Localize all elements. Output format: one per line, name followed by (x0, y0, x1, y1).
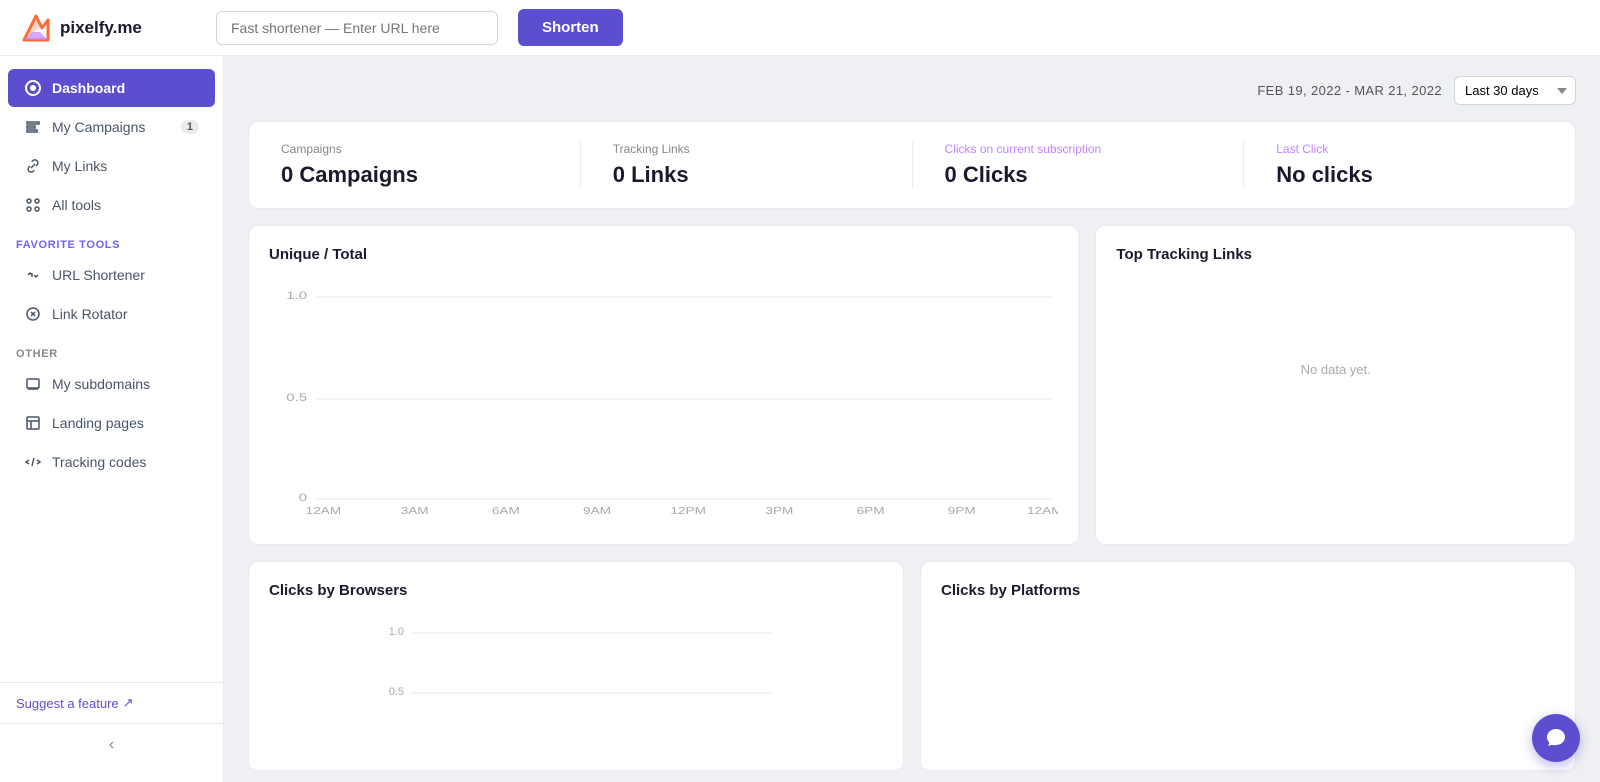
clicks-browsers-chart: Clicks by Browsers 1.0 0.5 (248, 561, 904, 771)
links-icon (24, 157, 42, 175)
dashboard-label: Dashboard (52, 80, 125, 96)
main-content: FEB 19, 2022 - MAR 21, 2022 Last 30 days… (224, 56, 1600, 782)
clicks-browsers-title: Clicks by Browsers (269, 582, 883, 599)
chevron-left-icon: ‹ (109, 736, 114, 754)
all-tools-icon (24, 196, 42, 214)
tracking-codes-label: Tracking codes (52, 454, 146, 470)
svg-text:3PM: 3PM (765, 505, 793, 517)
svg-text:6AM: 6AM (492, 505, 520, 517)
subdomains-label: My subdomains (52, 376, 150, 392)
landing-pages-label: Landing pages (52, 415, 144, 431)
sidebar: Dashboard My Campaigns 1 My Links Al (0, 56, 224, 782)
stat-clicks-label: Clicks on current subscription (945, 142, 1212, 156)
date-range-text: FEB 19, 2022 - MAR 21, 2022 (1257, 83, 1442, 98)
link-rotator-icon (24, 305, 42, 323)
dashboard-icon (24, 79, 42, 97)
sidebar-item-subdomains[interactable]: My subdomains (8, 365, 215, 403)
unique-total-chart: Unique / Total 1.0 0.5 0 12AM (248, 225, 1079, 545)
svg-text:6PM: 6PM (857, 505, 885, 517)
campaigns-icon (24, 118, 42, 136)
chart-svg: 1.0 0.5 0 12AM 3AM 6AM 9AM 12PM (269, 279, 1058, 519)
suggest-label: Suggest a feature (16, 696, 119, 711)
svg-text:9AM: 9AM (583, 505, 611, 517)
stat-clicks: Clicks on current subscription 0 Clicks (913, 142, 1245, 188)
top-links-title: Top Tracking Links (1116, 246, 1555, 263)
date-bar: FEB 19, 2022 - MAR 21, 2022 Last 30 days… (248, 76, 1576, 105)
sidebar-item-tracking-codes[interactable]: Tracking codes (8, 443, 215, 481)
campaigns-label: My Campaigns (52, 119, 145, 135)
svg-text:9PM: 9PM (948, 505, 976, 517)
chart-container: 1.0 0.5 0 12AM 3AM 6AM 9AM 12PM (269, 279, 1058, 524)
sidebar-nav: Dashboard My Campaigns 1 My Links Al (0, 56, 223, 494)
logo-icon (20, 12, 52, 44)
clicks-platforms-chart: Clicks by Platforms (920, 561, 1576, 771)
stat-campaigns-value: 0 Campaigns (281, 162, 548, 188)
top-links-no-data: No data yet. (1116, 279, 1555, 459)
stat-links-value: 0 Links (613, 162, 880, 188)
stat-links: Tracking Links 0 Links (581, 142, 913, 188)
sidebar-collapse-button[interactable]: ‹ (0, 723, 223, 766)
main-layout: Dashboard My Campaigns 1 My Links Al (0, 56, 1600, 782)
stat-campaigns: Campaigns 0 Campaigns (249, 142, 581, 188)
svg-text:0.5: 0.5 (286, 391, 307, 404)
svg-text:12AM: 12AM (1027, 505, 1058, 517)
svg-text:12PM: 12PM (670, 505, 706, 517)
logo: pixelfy.me (20, 12, 200, 44)
links-label: My Links (52, 158, 107, 174)
stat-clicks-value: 0 Clicks (945, 162, 1212, 188)
stat-links-label: Tracking Links (613, 142, 880, 156)
tracking-codes-icon (24, 453, 42, 471)
sidebar-item-url-shortener[interactable]: URL Shortener (8, 256, 215, 294)
other-section: OTHER (0, 334, 223, 364)
sidebar-item-links[interactable]: My Links (8, 147, 215, 185)
svg-text:1.0: 1.0 (389, 626, 404, 638)
svg-text:3AM: 3AM (401, 505, 429, 517)
svg-text:0.5: 0.5 (389, 686, 404, 698)
charts-row: Unique / Total 1.0 0.5 0 12AM (248, 225, 1576, 545)
url-input[interactable] (217, 12, 497, 44)
logo-text: pixelfy.me (60, 18, 142, 38)
url-input-wrapper (216, 11, 498, 45)
url-shortener-label: URL Shortener (52, 267, 145, 283)
sidebar-item-landing-pages[interactable]: Landing pages (8, 404, 215, 442)
svg-text:0: 0 (299, 491, 307, 504)
stat-last-click-value: No clicks (1276, 162, 1543, 188)
svg-text:1.0: 1.0 (286, 289, 307, 302)
suggest-feature-link[interactable]: Suggest a feature ↗ (16, 695, 207, 711)
favorite-tools-section: FAVORITE TOOLS (0, 225, 223, 255)
sidebar-item-all-tools[interactable]: All tools (8, 186, 215, 224)
topbar: pixelfy.me Shorten (0, 0, 1600, 56)
sidebar-footer: Suggest a feature ↗ (0, 682, 223, 723)
unique-total-title: Unique / Total (269, 246, 1058, 263)
date-range-select[interactable]: Last 30 days Last 7 days Last 90 days Cu… (1454, 76, 1576, 105)
all-tools-label: All tools (52, 197, 101, 213)
sidebar-item-campaigns[interactable]: My Campaigns 1 (8, 108, 215, 146)
external-link-icon: ↗ (123, 695, 134, 711)
bottom-charts-row: Clicks by Browsers 1.0 0.5 Clicks by Pla… (248, 561, 1576, 771)
stats-row: Campaigns 0 Campaigns Tracking Links 0 L… (248, 121, 1576, 209)
landing-pages-icon (24, 414, 42, 432)
subdomains-icon (24, 375, 42, 393)
sidebar-item-link-rotator[interactable]: Link Rotator (8, 295, 215, 333)
sidebar-item-dashboard[interactable]: Dashboard (8, 69, 215, 107)
shorten-button[interactable]: Shorten (518, 9, 623, 46)
link-rotator-label: Link Rotator (52, 306, 127, 322)
stat-campaigns-label: Campaigns (281, 142, 548, 156)
stat-last-click: Last Click No clicks (1244, 142, 1575, 188)
campaigns-badge: 1 (181, 120, 199, 134)
svg-text:12AM: 12AM (306, 505, 342, 517)
top-links-card: Top Tracking Links No data yet. (1095, 225, 1576, 545)
clicks-platforms-title: Clicks by Platforms (941, 582, 1555, 599)
stat-last-click-label: Last Click (1276, 142, 1543, 156)
browsers-chart-svg: 1.0 0.5 (269, 615, 883, 745)
url-shortener-icon (24, 266, 42, 284)
chat-button[interactable] (1532, 714, 1580, 762)
